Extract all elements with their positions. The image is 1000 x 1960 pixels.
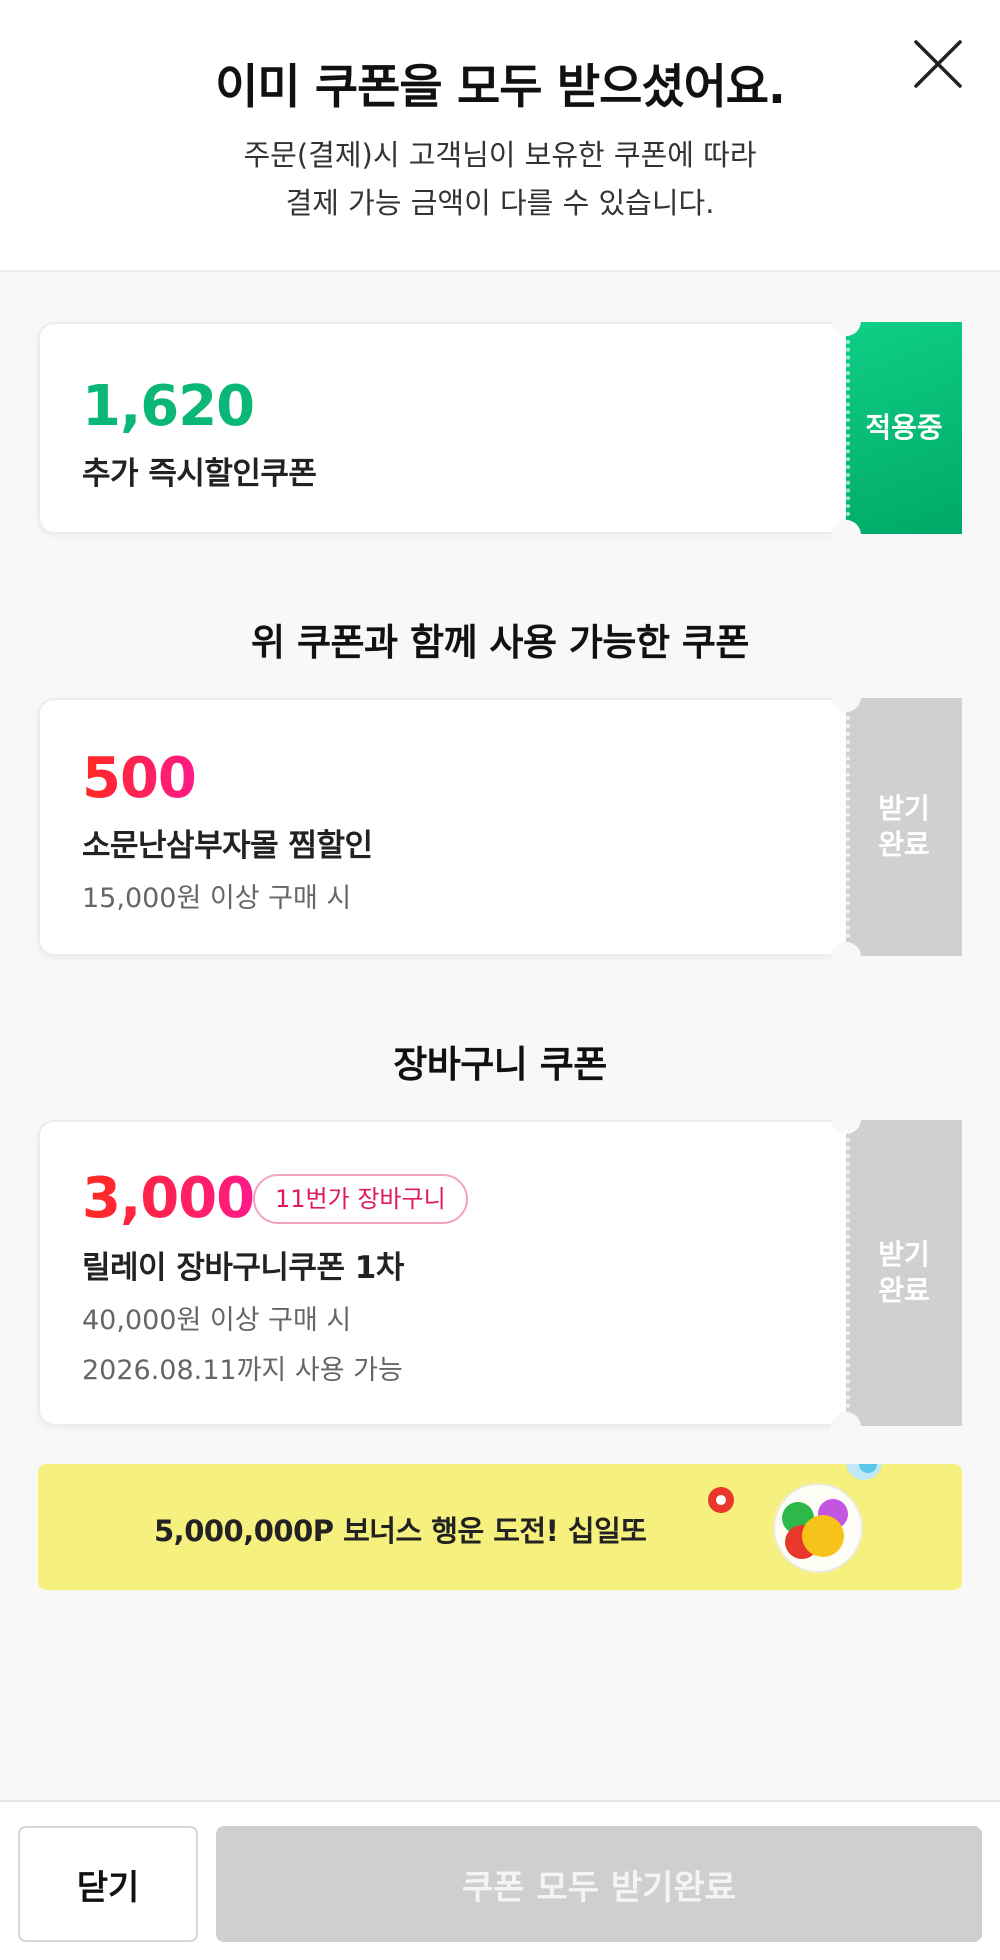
- applied-coupon-card: 1,620 추가 즉시할인쿠폰 적용중: [38, 306, 962, 550]
- dialog-title: 이미 쿠폰을 모두 받으셨어요.: [215, 60, 786, 115]
- applied-status-label: 적용중: [865, 411, 943, 444]
- coupon-name: 추가 즉시할인쿠폰: [82, 456, 317, 492]
- section-title-cart: 장바구니 쿠폰: [393, 1043, 607, 1086]
- footer-bar: 닫기 쿠폰 모두 받기완료: [0, 1800, 1000, 1960]
- subtitle-line2: 결제 가능 금액이 다를 수 있습니다.: [285, 186, 715, 220]
- perforation: [846, 708, 850, 946]
- coupon-card: 3,000 11번가 장바구니 릴레이 장바구니쿠폰 1차 40,000원 이상…: [38, 1104, 962, 1442]
- perforation: [846, 332, 850, 524]
- download-status-tab[interactable]: 받기 완료: [846, 698, 962, 956]
- lotto-banner[interactable]: 5,000,000P 보너스 행운 도전! 십일또: [38, 1464, 962, 1590]
- coupon-expiry: 2026.08.11까지 사용 가능: [82, 1355, 403, 1386]
- coupon-amount: 1,620: [82, 374, 255, 439]
- coupon-card: 500 소문난삼부자몰 찜할인 15,000원 이상 구매 시 받기 완료: [38, 682, 962, 972]
- close-button[interactable]: 닫기: [18, 1826, 198, 1942]
- coupon-amount: 500: [82, 746, 197, 811]
- coupon-condition: 40,000원 이상 구매 시: [82, 1305, 352, 1336]
- coupon-amount: 3,000: [82, 1166, 255, 1231]
- status-line2: 완료: [878, 1274, 930, 1307]
- receive-all-button[interactable]: 쿠폰 모두 받기완료: [216, 1826, 982, 1942]
- coupon-name: 릴레이 장바구니쿠폰 1차: [82, 1250, 404, 1286]
- cart-badge: 11번가 장바구니: [253, 1174, 468, 1224]
- dialog-header: 이미 쿠폰을 모두 받으셨어요. 주문(결제)시 고객님이 보유한 쿠폰에 따라…: [0, 0, 1000, 272]
- status-line2: 완료: [878, 828, 930, 861]
- coupon-condition: 15,000원 이상 구매 시: [82, 883, 352, 914]
- lotto-balls-icon: [678, 1464, 962, 1590]
- perforation: [846, 1130, 850, 1416]
- coupon-name: 소문난삼부자몰 찜할인: [82, 828, 373, 864]
- applied-status-tab[interactable]: 적용중: [846, 322, 962, 534]
- banner-text: 5,000,000P 보너스 행운 도전! 십일또: [154, 1514, 647, 1548]
- close-icon[interactable]: [912, 38, 964, 90]
- download-status-tab[interactable]: 받기 완료: [846, 1120, 962, 1426]
- subtitle-line1: 주문(결제)시 고객님이 보유한 쿠폰에 따라: [243, 138, 757, 172]
- status-line1: 받기: [878, 1238, 930, 1271]
- status-line1: 받기: [878, 792, 930, 825]
- section-title-combinable: 위 쿠폰과 함께 사용 가능한 쿠폰: [251, 621, 749, 664]
